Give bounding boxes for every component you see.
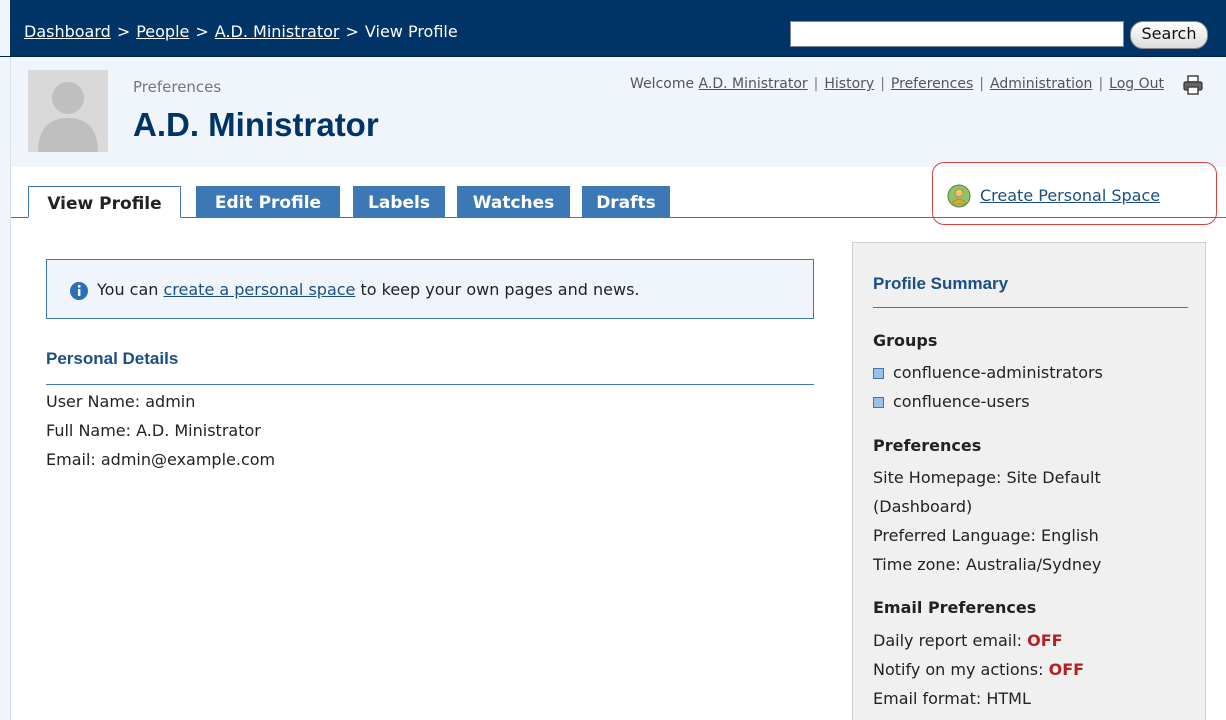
info-text-prefix: You can [97,280,159,299]
user-navigation: Welcome A.D. Ministrator | History | Prefere… [630,76,1164,92]
notify-actions-label: Notify on my actions: [873,660,1044,679]
breadcrumb-current: View Profile [364,22,458,41]
info-message: You can create a personal space to keep … [46,259,814,319]
welcome-text: Welcome [630,76,695,92]
email-preferences-heading: Email Preferences [873,598,1037,617]
notify-actions-status: OFF [1048,660,1085,679]
tab-drafts[interactable]: Drafts [582,186,670,217]
group-item: confluence-administrators [873,363,1103,382]
default-avatar-icon [28,70,108,152]
search-input[interactable] [790,21,1124,47]
left-page-margin [0,57,11,720]
breadcrumb-separator: > [345,22,359,41]
daily-report-status: OFF [1027,631,1063,650]
group-name: confluence-administrators [893,363,1103,382]
top-bar-left-strip [0,0,10,56]
breadcrumb-separator: > [116,22,131,41]
site-homepage-line-cont: (Dashboard) [873,497,973,516]
email-line: Email: admin@example.com [46,450,276,469]
tab-watches[interactable]: Watches [457,186,570,217]
section-divider [873,307,1188,308]
profile-summary-title: Profile Summary [873,274,1009,293]
create-personal-space-inline-link[interactable]: create a personal space [164,280,356,299]
breadcrumb-separator: > [195,22,209,41]
create-personal-space-link[interactable]: Create Personal Space [980,186,1160,205]
tab-labels[interactable]: Labels [353,186,445,217]
info-text: You can create a personal space to keep … [97,280,639,299]
time-zone-line: Time zone: Australia/Sydney [873,555,1102,574]
group-bullet-icon [873,397,884,408]
group-bullet-icon [873,368,884,379]
breadcrumb-user-link[interactable]: A.D. Ministrator [215,22,340,41]
breadcrumb: Dashboard > People > A.D. Ministrator > View P… [24,22,458,41]
preferences-heading: Preferences [873,436,982,455]
log-out-link[interactable]: Log Out [1109,76,1164,92]
group-name: confluence-users [893,392,1030,411]
email-format-line: Email format: HTML [873,689,1031,708]
personal-details-heading: Personal Details [46,349,179,368]
daily-report-line: Daily report email: OFF [873,631,1063,650]
user-nav-separator: | [1098,76,1104,92]
user-profile-link[interactable]: A.D. Ministrator [699,76,808,92]
tab-edit-profile[interactable]: Edit Profile [196,186,340,217]
top-bar: Dashboard > People > A.D. Ministrator > View P… [0,0,1226,57]
breadcrumb-dashboard-link[interactable]: Dashboard [24,22,111,41]
avatar [28,70,108,152]
groups-heading: Groups [873,331,938,350]
section-divider [46,384,814,385]
print-icon[interactable] [1182,74,1204,96]
user-nav-separator: | [979,76,984,92]
preferences-link[interactable]: Preferences [891,76,973,92]
user-nav-separator: | [880,76,885,92]
header-subtitle: Preferences [133,78,222,96]
administration-link[interactable]: Administration [990,76,1092,92]
daily-report-label: Daily report email: [873,631,1023,650]
group-item: confluence-users [873,392,1030,411]
full-name-line: Full Name: A.D. Ministrator [46,421,261,440]
notify-actions-line: Notify on my actions: OFF [873,660,1084,679]
page-title: A.D. Ministrator [133,106,379,143]
info-text-suffix: to keep your own pages and news. [360,280,640,299]
preferred-language-line: Preferred Language: English [873,526,1099,545]
site-homepage-line: Site Homepage: Site Default [873,468,1101,487]
info-icon [69,281,89,301]
user-name-line: User Name: admin [46,392,196,411]
search-button[interactable]: Search [1130,21,1208,49]
history-link[interactable]: History [824,76,874,92]
user-nav-separator: | [813,76,819,92]
create-space-icon [947,184,971,208]
breadcrumb-people-link[interactable]: People [136,22,189,41]
tab-view-profile[interactable]: View Profile [28,186,181,218]
